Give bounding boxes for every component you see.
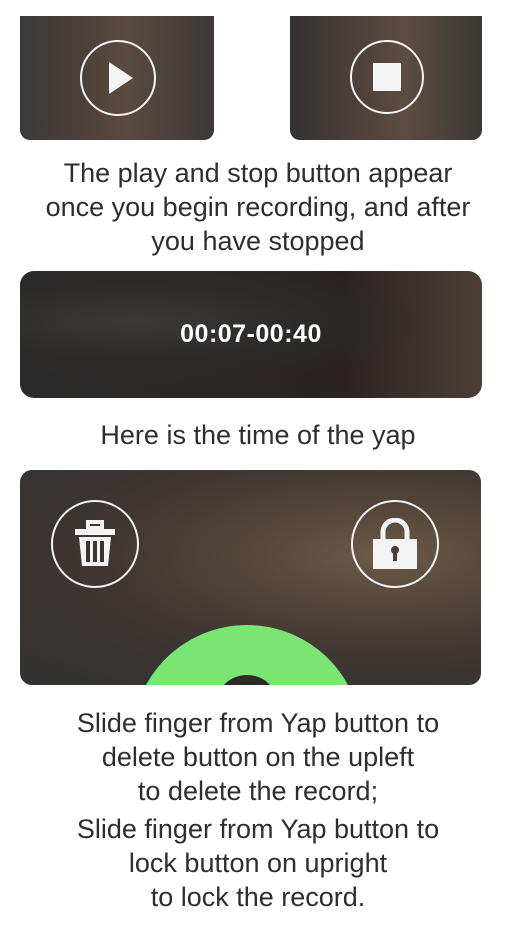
delete-caption: Slide finger from Yap button to delete b… — [76, 708, 440, 806]
lock-button[interactable] — [351, 500, 439, 588]
stop-panel — [290, 16, 482, 140]
play-panel — [20, 16, 214, 140]
time-range-label: 00:07-00:40 — [180, 320, 322, 348]
time-panel: 00:07-00:40 — [20, 271, 482, 398]
time-caption: Here is the time of the yap — [100, 420, 416, 450]
lock-icon — [373, 518, 417, 569]
play-button[interactable] — [80, 40, 156, 116]
stop-button[interactable] — [350, 40, 424, 114]
play-stop-caption: The play and stop button appear once you… — [45, 158, 471, 256]
lock-caption: Slide finger from Yap button to lock but… — [76, 814, 440, 912]
delete-button[interactable] — [51, 500, 139, 588]
record-panel — [20, 470, 481, 685]
trash-icon — [75, 520, 115, 566]
stop-icon — [373, 63, 401, 91]
play-icon — [109, 62, 133, 94]
